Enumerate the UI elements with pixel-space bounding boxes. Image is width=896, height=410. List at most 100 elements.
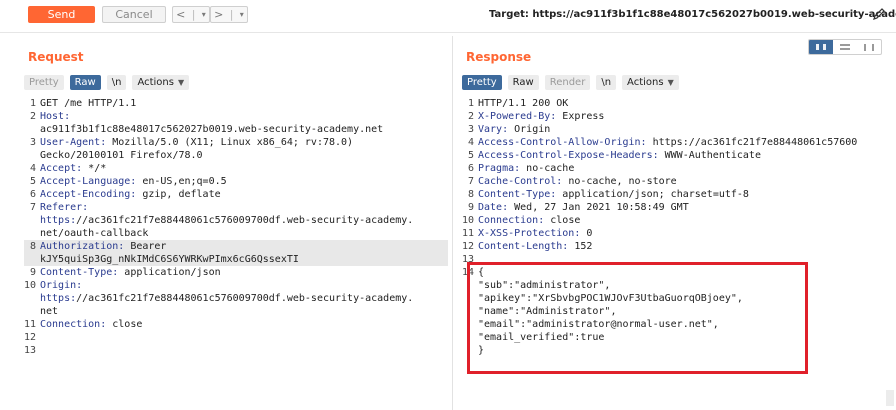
line-number: 8 bbox=[467, 189, 474, 200]
columns-icon bbox=[816, 44, 826, 50]
tab-render[interactable]: Render bbox=[544, 75, 591, 90]
line-text: Content-Length: 152 bbox=[478, 241, 593, 252]
code-line: 9 Date: Wed, 27 Jan 2021 10:58:49 GMT bbox=[462, 201, 894, 214]
line-number: 7 bbox=[467, 176, 474, 187]
code-line: 10 Origin: bbox=[24, 279, 448, 292]
line-text: Authorization: Bearer bbox=[40, 241, 167, 252]
chevron-down-icon: ▾ bbox=[239, 10, 244, 19]
scrollbar[interactable] bbox=[886, 390, 894, 406]
line-text: Cache-Control: no-cache, no-store bbox=[478, 176, 677, 187]
cancel-button[interactable]: Cancel bbox=[102, 6, 166, 23]
line-number: 12 bbox=[24, 332, 37, 343]
line-text: Vary: Origin bbox=[478, 124, 551, 135]
code-line: 4 Accept: */* bbox=[24, 162, 448, 175]
line-text: HTTP/1.1 200 OK bbox=[478, 98, 569, 109]
code-line: 10 Connection: close bbox=[462, 214, 894, 227]
line-text: Content-Type: application/json; charset=… bbox=[478, 189, 749, 200]
layout-toggle bbox=[808, 39, 882, 55]
target-url: Target: https://ac911f3b1f1c88e48017c562… bbox=[489, 9, 896, 20]
line-number: 9 bbox=[467, 202, 474, 213]
line-number: 3 bbox=[29, 137, 36, 148]
actions-dropdown[interactable]: Actions ▼ bbox=[132, 75, 190, 90]
code-line: 11 X-XSS-Protection: 0 bbox=[462, 227, 894, 240]
line-number: 10 bbox=[462, 215, 475, 226]
code-line: 7 Cache-Control: no-cache, no-store bbox=[462, 175, 894, 188]
code-line: 6 Pragma: no-cache bbox=[462, 162, 894, 175]
chevron-down-icon: ▾ bbox=[201, 10, 206, 19]
code-line: 9 Content-Type: application/json bbox=[24, 266, 448, 279]
code-line: 8 Content-Type: application/json; charset… bbox=[462, 188, 894, 201]
actions-dropdown[interactable]: Actions ▼ bbox=[622, 75, 679, 90]
tab-raw[interactable]: Raw bbox=[69, 75, 101, 90]
code-line: 6 Accept-Encoding: gzip, deflate bbox=[24, 188, 448, 201]
line-number: 6 bbox=[29, 189, 36, 200]
code-line: 12 bbox=[24, 331, 448, 344]
line-text: net bbox=[40, 306, 59, 317]
line-text: Accept: */* bbox=[40, 163, 107, 174]
code-line: 3 Vary: Origin bbox=[462, 123, 894, 136]
line-text: net/oauth-callback bbox=[40, 228, 149, 239]
tab-pretty[interactable]: Pretty bbox=[24, 75, 64, 90]
tab-raw[interactable]: Raw bbox=[507, 75, 539, 90]
code-line: 11 Connection: close bbox=[24, 318, 448, 331]
toolbar: Send Cancel < | ▾ > | ▾ Target: https://ac91… bbox=[0, 0, 896, 33]
line-text: ac911f3b1f1c88e48017c562027b0019.web-sec… bbox=[40, 124, 384, 135]
code-line: https://ac361fc21f7e88448061c576009700df… bbox=[24, 292, 448, 305]
line-number: 2 bbox=[467, 111, 474, 122]
line-text: https://ac361fc21f7e88448061c576009700df… bbox=[40, 293, 414, 304]
response-tabbar: Pretty Raw Render \n Actions ▼ bbox=[462, 75, 679, 90]
line-text: Host: bbox=[40, 111, 71, 122]
code-line: 3 User-Agent: Mozilla/5.0 (X11; Linux x86… bbox=[24, 136, 448, 149]
code-line: 1 GET /me HTTP/1.1 bbox=[24, 97, 448, 110]
line-number: 12 bbox=[462, 241, 475, 252]
code-line: 2 Host: bbox=[24, 110, 448, 123]
code-line: https://ac361fc21f7e88448061c576009700df… bbox=[24, 214, 448, 227]
request-title: Request bbox=[28, 50, 84, 64]
layout-side-by-side-button[interactable] bbox=[809, 40, 833, 54]
line-number: 5 bbox=[467, 150, 474, 161]
line-text: https://ac361fc21f7e88448061c576009700df… bbox=[40, 215, 414, 226]
panel-divider[interactable] bbox=[452, 36, 453, 410]
code-line: 13 bbox=[24, 344, 448, 357]
line-number: 8 bbox=[29, 241, 36, 252]
line-number: 6 bbox=[467, 163, 474, 174]
line-number: 13 bbox=[24, 345, 37, 356]
tab-newline[interactable]: \n bbox=[596, 75, 617, 90]
line-text: Gecko/20100101 Firefox/78.0 bbox=[40, 150, 203, 161]
line-text: X-XSS-Protection: 0 bbox=[478, 228, 593, 239]
line-text: User-Agent: Mozilla/5.0 (X11; Linux x86_… bbox=[40, 137, 354, 148]
code-line: net/oauth-callback bbox=[24, 227, 448, 240]
line-number: 3 bbox=[467, 124, 474, 135]
tab-pretty[interactable]: Pretty bbox=[462, 75, 502, 90]
line-number: 4 bbox=[29, 163, 36, 174]
line-text: Content-Type: application/json bbox=[40, 267, 221, 278]
line-text: Accept-Language: en-US,en;q=0.5 bbox=[40, 176, 227, 187]
send-button[interactable]: Send bbox=[28, 6, 95, 23]
code-line: 5 Accept-Language: en-US,en;q=0.5 bbox=[24, 175, 448, 188]
line-text: Connection: close bbox=[40, 319, 143, 330]
history-forward-button[interactable]: > | ▾ bbox=[210, 6, 248, 23]
layout-tabs-button[interactable] bbox=[857, 40, 881, 54]
single-pane-icon bbox=[864, 43, 874, 51]
json-body-highlight bbox=[467, 262, 808, 374]
code-line: 7 Referer: bbox=[24, 201, 448, 214]
line-number: 11 bbox=[462, 228, 475, 239]
code-line: 4 Access-Control-Allow-Origin: https://ac… bbox=[462, 136, 894, 149]
layout-stacked-button[interactable] bbox=[833, 40, 857, 54]
code-line: 2 X-Powered-By: Express bbox=[462, 110, 894, 123]
history-back-button[interactable]: < | ▾ bbox=[172, 6, 210, 23]
edit-pencil-icon[interactable] bbox=[871, 6, 887, 22]
chevron-down-icon: ▼ bbox=[177, 78, 185, 87]
line-text: Origin: bbox=[40, 280, 83, 291]
line-text: kJY5quiSp3Gg_nNkIMdC6S6YWRKwPImx6cG6Qsse… bbox=[40, 254, 299, 265]
tab-newline[interactable]: \n bbox=[106, 75, 127, 90]
line-text: Referer: bbox=[40, 202, 89, 213]
response-title: Response bbox=[466, 50, 532, 64]
line-number: 10 bbox=[24, 280, 37, 291]
code-line: ac911f3b1f1c88e48017c562027b0019.web-sec… bbox=[24, 123, 448, 136]
line-text: GET /me HTTP/1.1 bbox=[40, 98, 137, 109]
chevron-right-icon: > bbox=[214, 8, 224, 21]
chevron-left-icon: < bbox=[176, 8, 186, 21]
line-number: 1 bbox=[467, 98, 474, 109]
line-number: 7 bbox=[29, 202, 36, 213]
